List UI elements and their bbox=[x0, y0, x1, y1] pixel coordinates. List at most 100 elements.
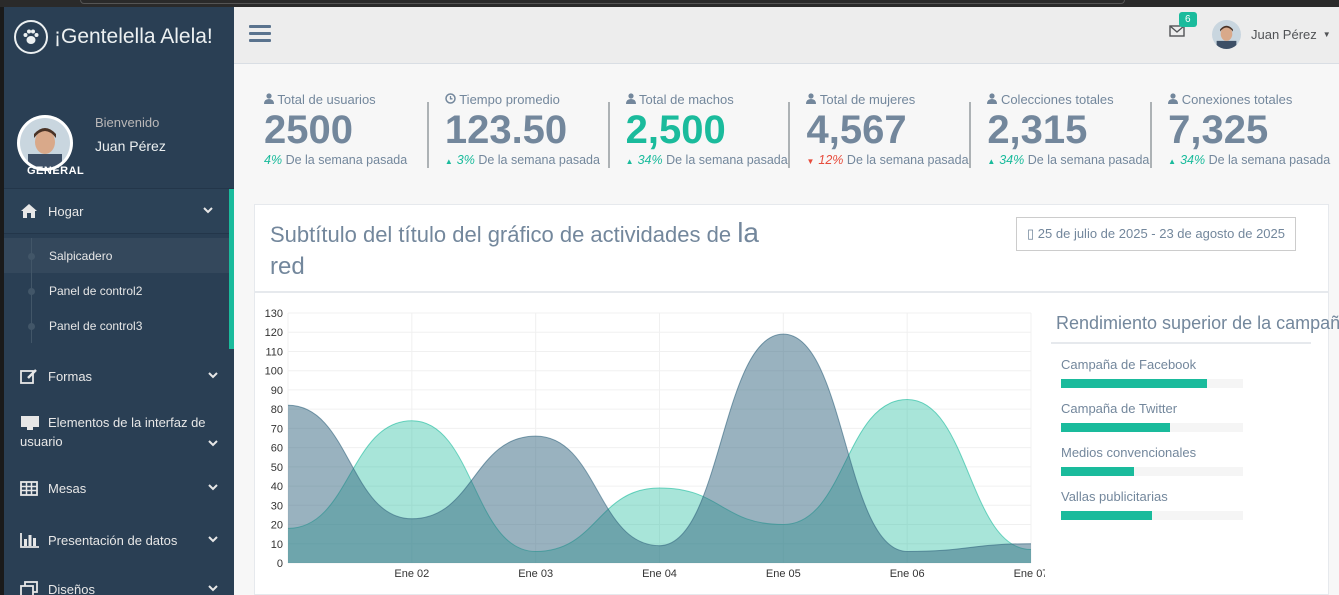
profile: Bienvenido Juan Pérez bbox=[4, 67, 234, 205]
stat-footer: ▲ 34% De la semana pasada bbox=[987, 153, 1150, 167]
user-icon bbox=[1168, 93, 1179, 107]
calendar-icon: ▯ bbox=[1027, 226, 1035, 241]
avatar bbox=[1212, 20, 1241, 49]
mail-count-badge: 6 bbox=[1179, 12, 1197, 27]
bar-chart-icon bbox=[20, 532, 44, 548]
edit-icon bbox=[20, 368, 44, 384]
activity-chart: 0 10 20 30 40 50 60 70 80 90 100 110 120 130 Ene 02 Ene… bbox=[255, 295, 1049, 595]
browser-top-edge bbox=[0, 0, 1339, 7]
x-tick-label: Ene 02 bbox=[394, 568, 429, 580]
sidebar: ¡Gentelella Alela! Bienvenido Juan Pérez… bbox=[4, 7, 234, 595]
campaign-label: Vallas publicitarias bbox=[1061, 489, 1168, 504]
stat-value: 4,567 bbox=[806, 108, 907, 152]
sidebar-item-layouts[interactable]: Diseños bbox=[4, 567, 234, 595]
stat-tile: Tiempo promedio 123.50 ▲ 3% De la semana pa… bbox=[426, 92, 616, 182]
y-tick-label: 60 bbox=[271, 443, 283, 455]
submenu-item-dashboard2[interactable]: Panel de control2 bbox=[4, 273, 229, 308]
sidebar-item-ui-elements[interactable]: Elementos de la interfaz de usuario bbox=[4, 399, 234, 463]
campaign-item: Medios convencionales bbox=[1051, 445, 1339, 476]
y-tick-label: 0 bbox=[277, 558, 283, 570]
chevron-down-icon bbox=[208, 371, 218, 382]
y-tick-label: 30 bbox=[271, 500, 283, 512]
desktop-icon bbox=[20, 415, 44, 431]
trend-down-icon: ▼ bbox=[806, 157, 815, 166]
stat-label: Tiempo promedio bbox=[445, 92, 616, 107]
avatar[interactable] bbox=[17, 115, 73, 171]
user-name: Juan Pérez bbox=[1251, 27, 1317, 42]
y-tick-label: 110 bbox=[265, 346, 283, 358]
sidebar-item-forms[interactable]: Formas bbox=[4, 353, 234, 399]
y-tick-label: 40 bbox=[271, 481, 283, 493]
stat-label: Total de usuarios bbox=[264, 92, 435, 107]
stat-value: 2,500 bbox=[625, 108, 726, 152]
campaign-label: Campaña de Twitter bbox=[1061, 401, 1178, 416]
sidebar-item-data-presentation[interactable]: Presentación de datos bbox=[4, 513, 234, 567]
sidebar-item-label: Mesas bbox=[48, 480, 87, 496]
top-navbar: 6 Juan Pérez ▼ bbox=[234, 7, 1339, 64]
brand[interactable]: ¡Gentelella Alela! bbox=[4, 7, 234, 67]
progress-track bbox=[1061, 379, 1243, 388]
chevron-down-icon bbox=[208, 439, 218, 450]
home-icon bbox=[20, 203, 44, 219]
sidebar-item-label: Elementos de la interfaz de usuario bbox=[20, 415, 206, 449]
submenu-item-dashboard[interactable]: Salpicadero bbox=[4, 238, 229, 273]
y-tick-label: 130 bbox=[265, 308, 283, 320]
progress-track bbox=[1061, 423, 1243, 432]
campaign-label: Campaña de Facebook bbox=[1061, 357, 1197, 372]
sidebar-item-label: Diseños bbox=[48, 581, 95, 595]
progress-fill bbox=[1061, 511, 1152, 520]
activity-chart-svg: 0 10 20 30 40 50 60 70 80 90 100 110 120 130 Ene 02 Ene… bbox=[265, 308, 1049, 580]
y-tick-label: 20 bbox=[271, 520, 283, 532]
menu-toggle-icon[interactable] bbox=[249, 25, 271, 46]
clock-icon bbox=[445, 93, 456, 107]
trend-up-icon: ▲ bbox=[987, 157, 996, 166]
campaign-item: Campaña de Facebook bbox=[1051, 357, 1339, 388]
campaign-item: Campaña de Twitter bbox=[1051, 401, 1339, 432]
x-tick-label: Ene 06 bbox=[890, 568, 925, 580]
panel-title: Subtítulo del título del gráfico de acti… bbox=[270, 217, 759, 280]
chevron-down-icon bbox=[208, 483, 218, 494]
y-tick-label: 10 bbox=[271, 539, 283, 551]
user-icon bbox=[987, 93, 998, 107]
stat-footer: ▼ 12% De la semana pasada bbox=[806, 153, 969, 167]
progress-fill bbox=[1061, 467, 1134, 476]
stat-footer: ▲ 34% De la semana pasada bbox=[1168, 153, 1331, 167]
date-range-picker[interactable]: ▯ 25 de julio de 2025 - 23 de agosto de … bbox=[1016, 217, 1296, 251]
chevron-down-icon bbox=[203, 206, 213, 217]
profile-name: Juan Pérez bbox=[95, 137, 166, 154]
chevron-down-icon bbox=[208, 584, 218, 595]
stat-value: 123.50 bbox=[444, 108, 568, 152]
submenu-item-dashboard3[interactable]: Panel de control3 bbox=[4, 308, 229, 343]
table-icon bbox=[20, 480, 44, 496]
campaign-label: Medios convencionales bbox=[1061, 445, 1197, 460]
trend-up-icon: ▲ bbox=[1168, 157, 1177, 166]
stat-label: Colecciones totales bbox=[987, 92, 1158, 107]
x-tick-label: Ene 05 bbox=[766, 568, 801, 580]
campaign-title: Rendimiento superior de la campaña bbox=[1056, 313, 1339, 333]
campaign-item: Vallas publicitarias bbox=[1051, 489, 1339, 520]
stat-label: Total de mujeres bbox=[806, 92, 977, 107]
user-icon bbox=[806, 93, 817, 107]
user-icon bbox=[625, 93, 636, 107]
main-content: Total de usuarios 2500 4% De la semana pas… bbox=[234, 64, 1339, 595]
y-tick-label: 90 bbox=[271, 385, 283, 397]
stat-tiles: Total de usuarios 2500 4% De la semana pas… bbox=[254, 92, 1339, 182]
progress-fill bbox=[1061, 423, 1171, 432]
user-dropdown[interactable]: Juan Pérez ▼ bbox=[1212, 20, 1331, 49]
sidebar-item-tables[interactable]: Mesas bbox=[4, 463, 234, 513]
stat-label: Conexiones totales bbox=[1168, 92, 1339, 107]
y-tick-label: 70 bbox=[271, 423, 283, 435]
stat-tile: Total de mujeres 4,567 ▼ 12% De la semana p… bbox=[788, 92, 977, 182]
y-tick-label: 120 bbox=[265, 327, 283, 339]
stat-tile: Total de machos 2,500 ▲ 34% De la semana pa… bbox=[607, 92, 797, 182]
trend-up-icon: ▲ bbox=[625, 157, 634, 166]
x-tick-label: Ene 07 bbox=[1014, 568, 1045, 580]
clone-icon bbox=[20, 581, 44, 595]
date-range-text: 25 de julio de 2025 - 23 de agosto de 20… bbox=[1037, 226, 1285, 241]
welcome-text: Bienvenido bbox=[95, 114, 160, 130]
sidebar-item-home[interactable]: Hogar bbox=[4, 189, 229, 233]
stat-tile: Total de usuarios 2500 4% De la semana pas… bbox=[254, 92, 435, 182]
brand-name: ¡Gentelella Alela! bbox=[54, 25, 213, 48]
x-tick-label: Ene 04 bbox=[642, 568, 677, 580]
progress-fill bbox=[1061, 379, 1207, 388]
